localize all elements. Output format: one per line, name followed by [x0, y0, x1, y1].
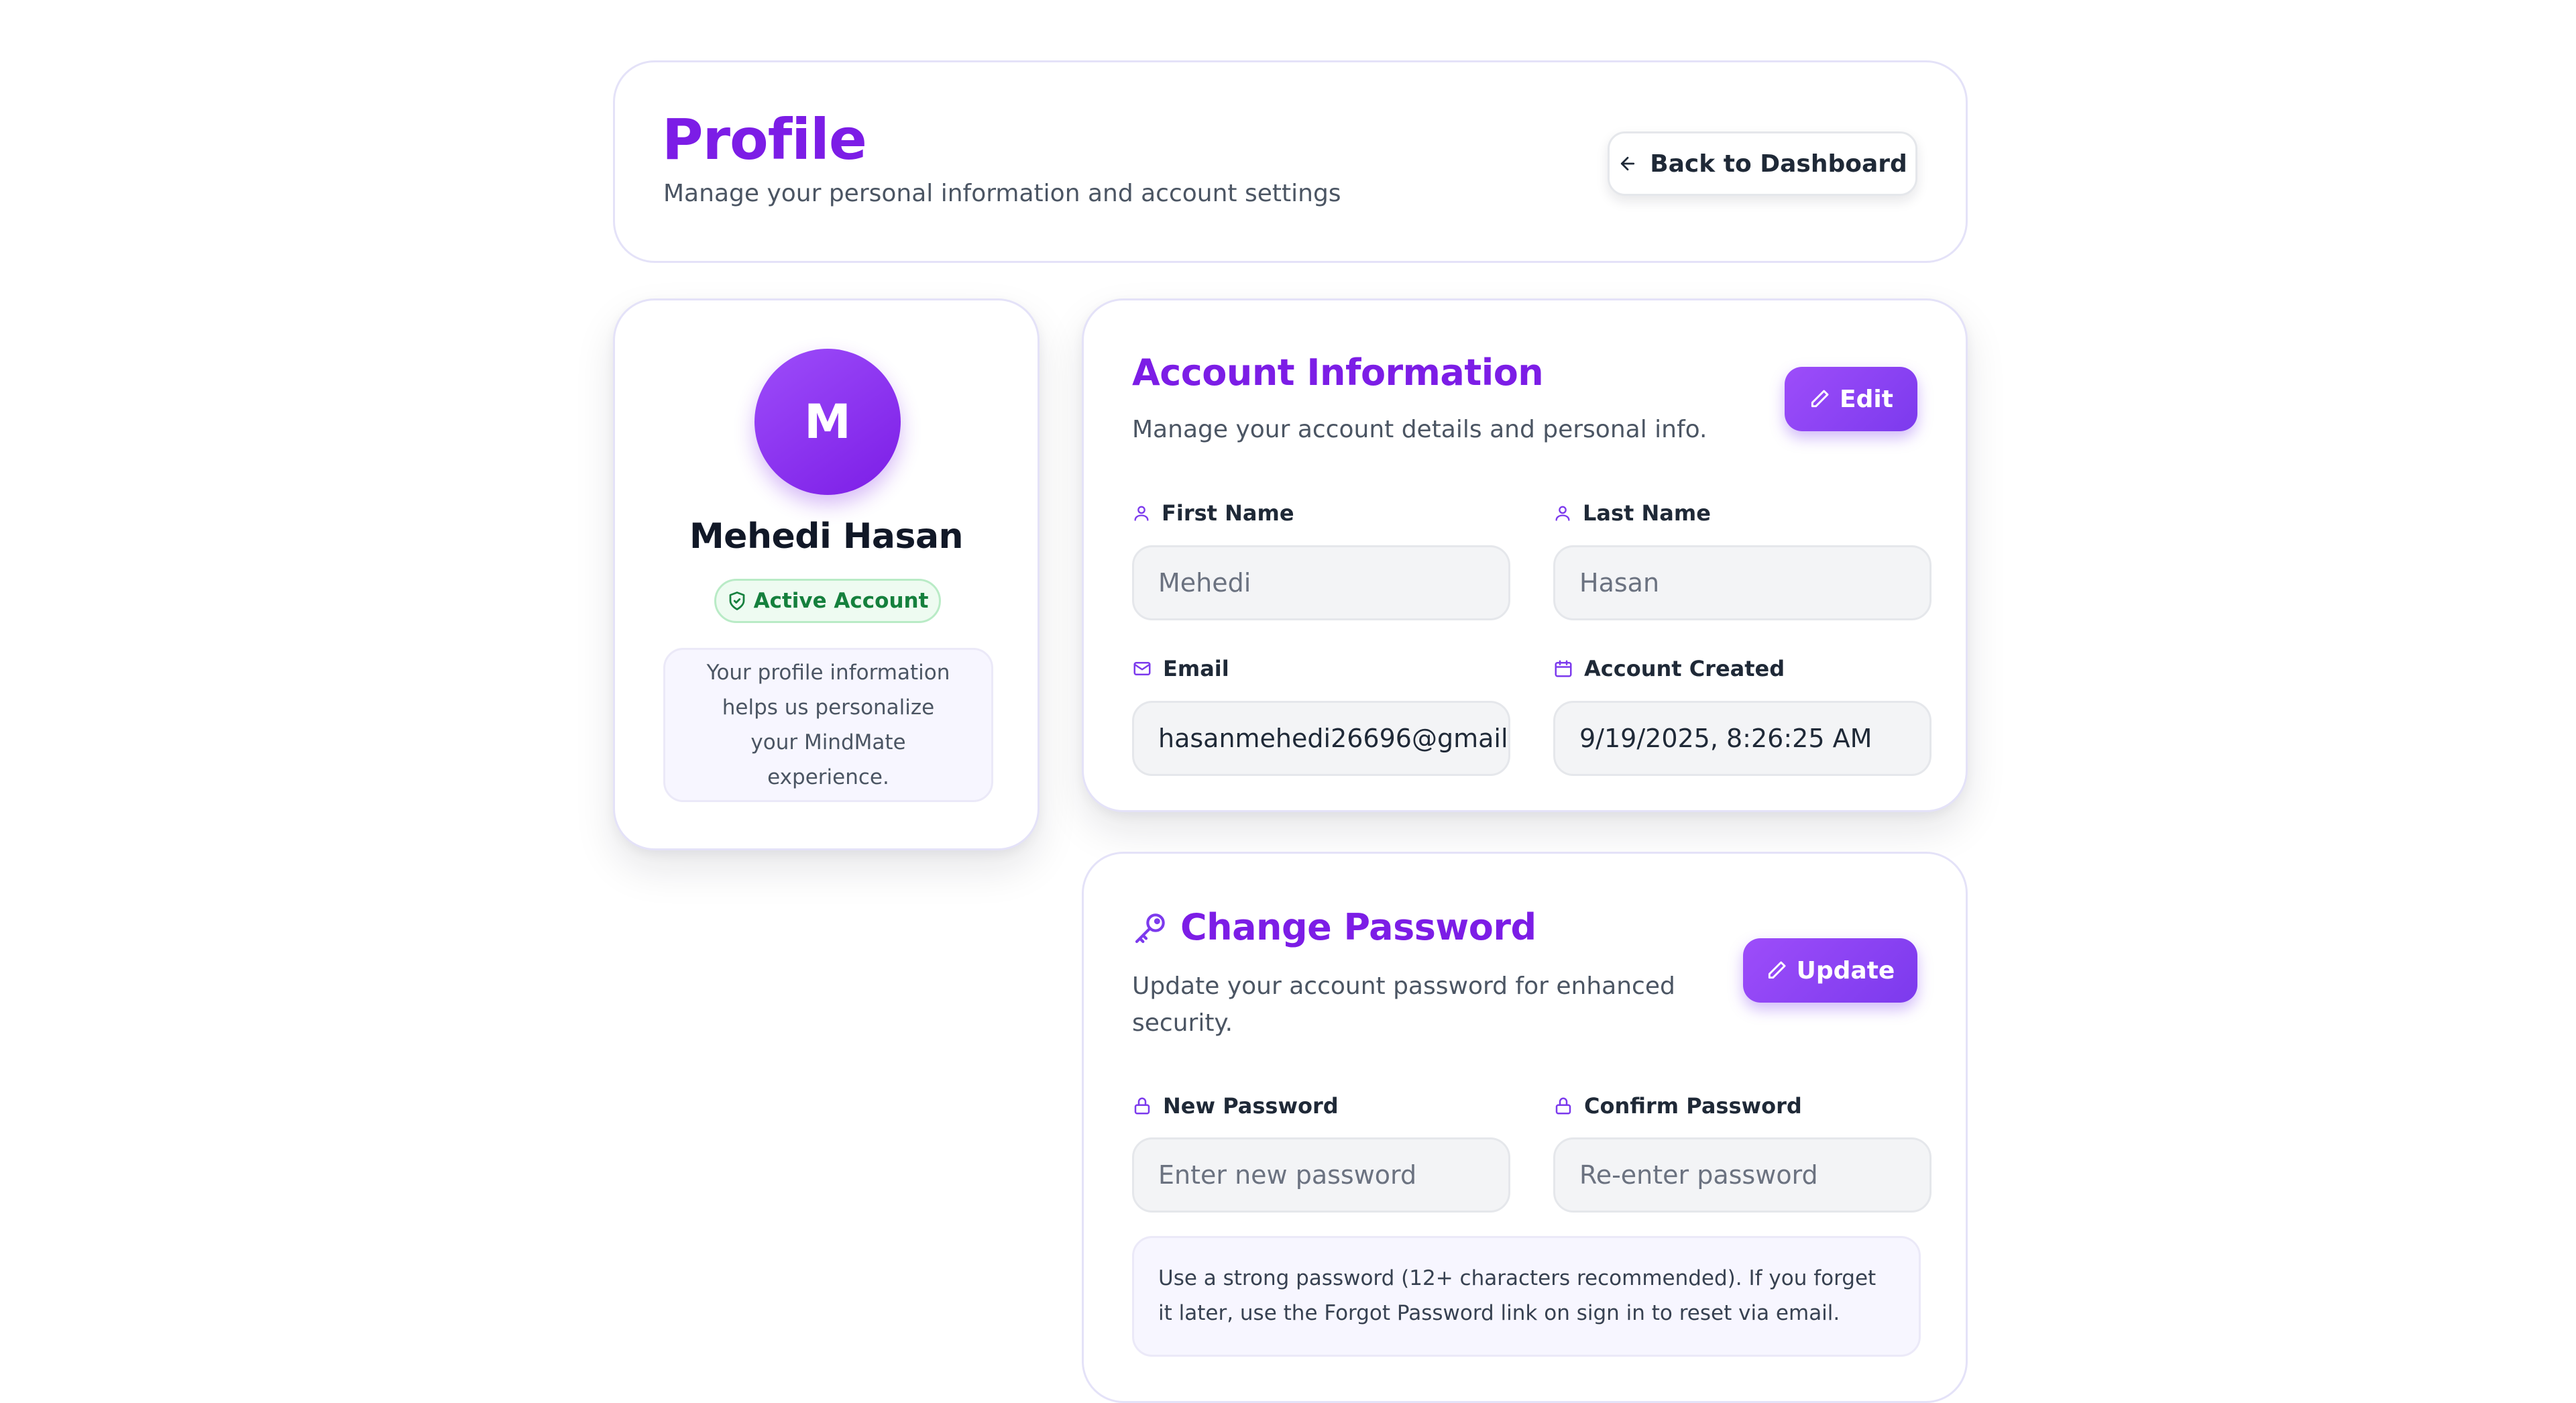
first-name-label-text: First Name: [1162, 500, 1294, 526]
last-name-label-text: Last Name: [1583, 500, 1711, 526]
back-to-dashboard-label: Back to Dashboard: [1650, 150, 1907, 178]
pencil-icon: [1809, 388, 1830, 410]
new-password-input[interactable]: Enter new password: [1132, 1137, 1510, 1213]
confirm-password-label: Confirm Password: [1553, 1093, 1802, 1119]
lock-icon: [1132, 1096, 1152, 1116]
last-name-label: Last Name: [1553, 500, 1711, 526]
password-tip-note: Use a strong password (12+ characters re…: [1132, 1236, 1921, 1357]
change-password-card: Change Password Update your account pass…: [1082, 852, 1968, 1403]
email-label-text: Email: [1163, 656, 1229, 681]
update-button-label: Update: [1796, 956, 1895, 985]
change-password-subtitle: Update your account password for enhance…: [1132, 972, 1675, 1037]
change-password-title: Change Password: [1180, 906, 1536, 948]
new-password-label: New Password: [1132, 1093, 1339, 1119]
page-subtitle: Manage your personal information and acc…: [663, 180, 1341, 207]
edit-button-label: Edit: [1840, 385, 1893, 413]
account-info-title: Account Information: [1132, 351, 1544, 394]
status-badge-label: Active Account: [753, 589, 929, 613]
mail-icon: [1132, 659, 1152, 679]
avatar: M: [754, 349, 901, 495]
calendar-icon: [1553, 659, 1573, 679]
shield-check-icon: [727, 591, 747, 611]
first-name-label: First Name: [1132, 500, 1294, 526]
account-information-card: Account Information Manage your account …: [1082, 298, 1968, 812]
confirm-password-label-text: Confirm Password: [1584, 1093, 1802, 1119]
user-icon: [1132, 504, 1151, 522]
account-created-label-text: Account Created: [1584, 656, 1785, 681]
page-title: Profile: [662, 107, 867, 172]
user-icon: [1553, 504, 1572, 522]
edit-button[interactable]: Edit: [1785, 367, 1917, 431]
new-password-label-text: New Password: [1163, 1093, 1339, 1119]
arrow-left-icon: [1618, 154, 1638, 174]
profile-name: Mehedi Hasan: [689, 516, 964, 557]
profile-info-note: Your profile information helps us person…: [663, 648, 993, 802]
change-password-heading: Change Password: [1132, 906, 1536, 948]
page-header-card: Profile Manage your personal information…: [613, 60, 1968, 263]
first-name-field[interactable]: Mehedi: [1132, 545, 1510, 620]
status-badge: Active Account: [714, 579, 941, 623]
avatar-initial: M: [804, 394, 851, 449]
profile-summary-card: M Mehedi Hasan Active Account Your profi…: [613, 298, 1040, 850]
lock-icon: [1553, 1096, 1573, 1116]
account-created-field: 9/19/2025, 8:26:25 AM: [1553, 701, 1931, 776]
email-label: Email: [1132, 656, 1229, 681]
back-to-dashboard-button[interactable]: Back to Dashboard: [1608, 131, 1917, 196]
last-name-field[interactable]: Hasan: [1553, 545, 1931, 620]
account-info-subtitle: Manage your account details and personal…: [1132, 416, 1707, 443]
update-password-button[interactable]: Update: [1743, 938, 1917, 1003]
confirm-password-input[interactable]: Re-enter password: [1553, 1137, 1931, 1213]
email-field[interactable]: hasanmehedi26696@gmail.com: [1132, 701, 1510, 776]
key-icon: [1132, 909, 1170, 946]
account-created-label: Account Created: [1553, 656, 1785, 681]
pencil-icon: [1766, 960, 1787, 981]
